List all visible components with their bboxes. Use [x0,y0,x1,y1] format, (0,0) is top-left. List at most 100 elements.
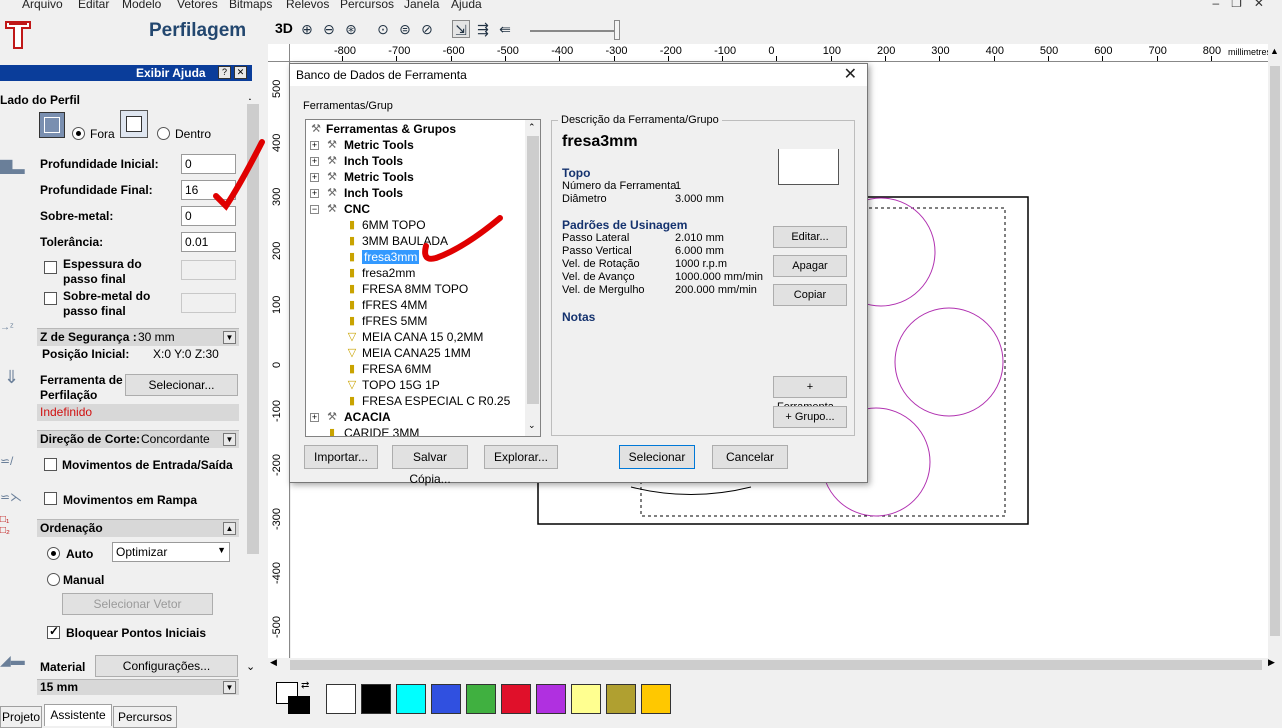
menu-bitmaps[interactable]: Bitmaps [229,0,272,11]
tree-item[interactable]: FRESA 6MM [362,362,431,376]
zoom-fit-icon[interactable]: ⊛ [342,20,360,38]
material-settings-button[interactable]: Configurações... [95,655,238,677]
lock-start-points-checkbox[interactable] [47,624,60,639]
color-swatch[interactable] [536,684,566,714]
edit-tool-button[interactable]: Editar... [773,226,847,248]
tab-assistente[interactable]: Assistente [44,704,112,726]
tree-item[interactable]: FRESA 8MM TOPO [362,282,468,296]
export-button[interactable]: Explorar... [484,445,558,469]
inside-profile-icon[interactable] [120,110,148,138]
color-swatch[interactable] [361,684,391,714]
menu-percursos[interactable]: Percursos [340,0,394,11]
tab-projeto[interactable]: Projeto [0,706,42,728]
ramp-checkbox[interactable] [44,492,57,505]
safe-z-section[interactable]: Z de Segurança : 30 mm ▼ [37,328,239,346]
scroll-right-icon[interactable]: ▶ [1268,657,1275,668]
scroll-left-icon[interactable]: ◀ [270,657,277,668]
node-edit-icon[interactable]: ⇶ [474,20,492,38]
select-button[interactable]: Selecionar [619,445,695,469]
final-depth-input[interactable]: 16 [181,180,236,200]
tree-item[interactable]: FRESA ESPECIAL C R0.25 [362,394,510,408]
material-section[interactable]: 15 mm ▼ [37,679,239,695]
zoom-out-icon[interactable]: ⊖ [320,20,338,38]
manual-radio[interactable] [47,573,60,586]
menu-ajuda[interactable]: Ajuda [451,0,482,11]
select-vector-button[interactable]: Selecionar Vetor [62,593,213,615]
final-pass-allowance-checkbox[interactable] [44,292,57,305]
tree-item[interactable]: fFRES 5MM [362,314,427,328]
window-controls[interactable]: –❐✕ [1213,0,1277,10]
tree-scrollbar[interactable]: ⌃ ⌄ [525,120,540,436]
color-swatch[interactable] [571,684,601,714]
zoom-all-icon[interactable]: ⊘ [418,20,436,38]
delete-tool-button[interactable]: Apagar [773,255,847,277]
scroll-up-icon[interactable]: ⌃ [528,122,536,133]
leads-checkbox[interactable] [44,458,57,471]
expand-down-icon[interactable]: ▼ [223,681,236,694]
tree-item[interactable]: Inch Tools [344,154,403,168]
select-tool-button[interactable]: Selecionar... [125,374,238,396]
tree-item[interactable]: fFRES 4MM [362,298,427,312]
tree-item[interactable]: Metric Tools [344,170,414,184]
tree-item[interactable]: Metric Tools [344,138,414,152]
background-color[interactable] [288,696,310,714]
cancel-button[interactable]: Cancelar [712,445,788,469]
collapse-icon[interactable]: − [310,205,319,214]
view-3d-button[interactable]: 3D [275,20,293,36]
expand-icon[interactable]: + [310,157,319,166]
final-pass-thickness-input[interactable] [181,260,236,280]
chevron-down-icon[interactable]: ▼ [217,545,226,555]
swap-colors-icon[interactable]: ⇄ [301,680,309,691]
color-swatch[interactable] [606,684,636,714]
tree-item[interactable]: TOPO 15G 1P [362,378,440,392]
scroll-up-icon[interactable]: ▲ [1270,46,1279,56]
tree-item[interactable]: Inch Tools [344,186,403,200]
collapse-up-icon[interactable]: ▲ [223,522,236,535]
tree-item[interactable]: CARIDE 3MM [344,426,419,436]
close-icon[interactable]: ✕ [234,66,247,79]
expand-icon[interactable]: + [310,189,319,198]
menu-modelo[interactable]: Modelo [122,0,161,11]
menu-editar[interactable]: Editar [78,0,109,11]
outside-profile-icon[interactable] [39,112,65,138]
panel-scrollbar-thumb[interactable] [247,104,259,554]
expand-icon[interactable]: + [310,141,319,150]
color-swatch[interactable] [396,684,426,714]
chevron-down-icon[interactable]: ⌄ [246,660,255,673]
copy-tool-button[interactable]: Copiar [773,284,847,306]
start-depth-input[interactable]: 0 [181,154,236,174]
save-copy-button[interactable]: Salvar Cópia... [392,445,468,486]
color-swatch[interactable] [501,684,531,714]
zoom-previous-icon[interactable]: ⊜ [396,20,414,38]
menu-vetores[interactable]: Vetores [177,0,218,11]
allowance-input[interactable]: 0 [181,206,236,226]
canvas-vertical-scrollbar[interactable]: ▲ [1268,44,1282,658]
color-swatch[interactable] [431,684,461,714]
tree-item[interactable]: 3MM BAULADA [362,234,448,248]
tolerance-input[interactable]: 0.01 [181,232,236,252]
tree-item[interactable]: fresa2mm [362,266,415,280]
canvas-horizontal-scrollbar[interactable]: ◀ ▶ [268,657,1282,672]
expand-icon[interactable]: + [310,413,319,422]
panel-scrollbar[interactable]: ⌄ [244,100,262,674]
cut-direction-section[interactable]: Direção de Corte: Concordante ▼ [37,430,239,448]
menu-arquivo[interactable]: Arquivo [22,0,63,11]
zoom-in-icon[interactable]: ⊕ [298,20,316,38]
auto-radio[interactable] [47,547,60,560]
add-group-button[interactable]: + Grupo... [773,406,847,428]
tree-item[interactable]: 6MM TOPO [362,218,426,232]
close-icon[interactable]: ✕ [844,64,857,84]
tab-percursos[interactable]: Percursos [113,706,177,728]
outside-radio[interactable] [72,127,85,140]
color-swatch[interactable] [466,684,496,714]
scroll-down-icon[interactable]: ⌄ [528,420,536,431]
expand-down-icon[interactable]: ▼ [223,433,236,446]
tree-item[interactable]: MEIA CANA 15 0,2MM [362,330,483,344]
color-swatch[interactable] [326,684,356,714]
inside-radio[interactable] [157,127,170,140]
help-label[interactable]: Exibir Ajuda [136,66,206,80]
tree-item[interactable]: MEIA CANA25 1MM [362,346,471,360]
color-swatch[interactable] [641,684,671,714]
scrollbar-thumb[interactable] [290,660,1262,670]
menu-relevos[interactable]: Relevos [286,0,329,11]
